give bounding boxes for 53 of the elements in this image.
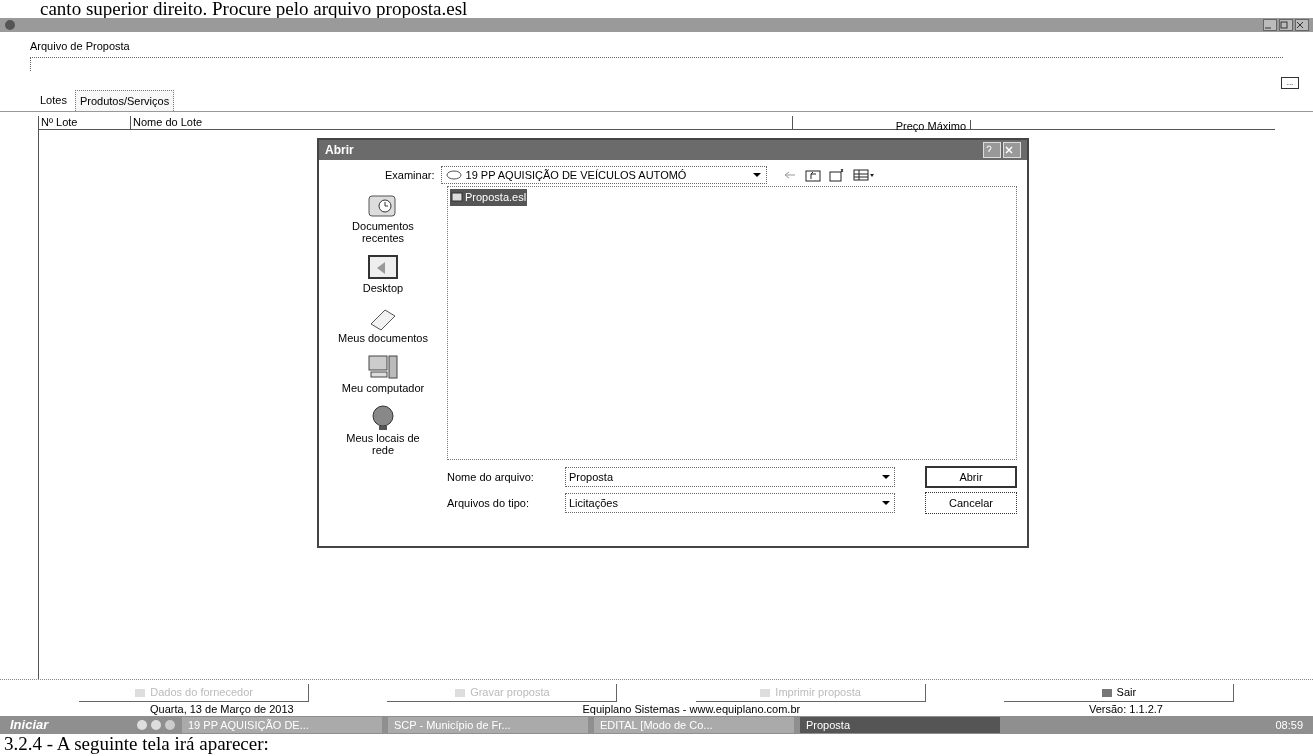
clock: 08:59 [1275, 717, 1303, 733]
status-text: Quarta, 13 de Março de 2013 [150, 701, 294, 717]
field-label: Arquivo de Proposta [30, 39, 131, 54]
button-icon [1100, 687, 1113, 698]
look-in-label: Examinar: [385, 167, 435, 183]
filename-field[interactable]: Proposta [565, 467, 895, 487]
back-arrow-icon[interactable] [782, 169, 797, 181]
close-icon [1296, 21, 1304, 29]
places-item[interactable]: Meu computador [338, 352, 428, 394]
browse-button[interactable]: ... [1281, 76, 1299, 89]
app-icon [4, 19, 16, 31]
status-text: Versão: 1.1.2.7 [1089, 701, 1163, 717]
look-in-dropdown[interactable]: 19 PP AQUISIÇÃO DE VEÍCULOS AUTOMÓ [440, 166, 767, 184]
computer-icon [365, 352, 401, 382]
column-header[interactable]: Nº Lote [39, 116, 131, 129]
button-icon [759, 687, 772, 698]
dialog-title: Abrir [325, 142, 354, 159]
help-icon [984, 145, 994, 155]
close-button[interactable] [1295, 19, 1309, 31]
cancel-button[interactable]: Cancelar [925, 492, 1017, 514]
minimize-button[interactable] [1263, 19, 1277, 31]
maximize-icon [1280, 21, 1288, 29]
view-menu-icon[interactable] [852, 168, 875, 182]
quick-launch-icon[interactable] [136, 719, 176, 731]
button-icon [134, 687, 147, 698]
open-button[interactable]: Abrir [925, 466, 1017, 488]
desktop-icon [365, 252, 401, 282]
help-button[interactable] [983, 142, 1001, 158]
up-folder-icon[interactable] [804, 168, 821, 182]
filename-label: Nome do arquivo: [447, 469, 535, 485]
places-item[interactable]: Documentos recentes [338, 190, 428, 244]
document-text: 3.2.4 - A seguinte tela irá aparecer: [3, 734, 270, 756]
tab[interactable]: Produtos/Serviços [74, 89, 175, 111]
caret-icon [881, 473, 891, 481]
places-item[interactable]: Meus locais de rede [338, 402, 428, 456]
file-icon [451, 192, 463, 203]
status-text: Equiplano Sistemas - www.equiplano.com.br [582, 701, 801, 717]
close-icon [1004, 145, 1014, 155]
action-button[interactable]: Sair [1003, 684, 1234, 702]
places-item[interactable]: Desktop [338, 252, 428, 294]
places-item[interactable]: Meus documentos [338, 302, 428, 344]
caret-icon [751, 171, 762, 179]
column-header[interactable]: Nome do Lote [131, 116, 793, 129]
new-folder-icon[interactable] [828, 168, 845, 182]
button-icon [454, 687, 467, 698]
caret-icon [881, 499, 891, 507]
file-item[interactable]: Proposta.esl [450, 189, 528, 206]
taskbar-item[interactable]: Proposta [800, 717, 1000, 733]
maximize-button[interactable] [1279, 19, 1293, 31]
filetype-label: Arquivos do tipo: [447, 495, 530, 511]
filetype-dropdown[interactable]: Licitações [565, 493, 895, 513]
file-path-field[interactable] [30, 56, 1283, 71]
document-text: canto superior direito. Procure pelo arquivo proposta.esl [39, 0, 469, 18]
